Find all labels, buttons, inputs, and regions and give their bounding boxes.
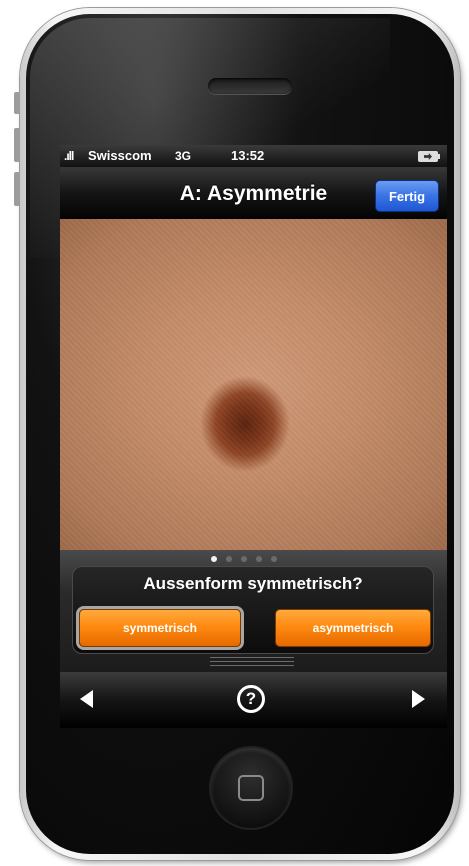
screen: .ıll Swisscom 3G 13:52 A: Asymmetrie Fer…: [60, 145, 447, 728]
home-button[interactable]: [211, 748, 291, 828]
volume-up-button: [14, 128, 20, 162]
navigation-bar: A: Asymmetrie Fertig: [60, 167, 447, 219]
bottom-toolbar: ?: [60, 672, 447, 728]
page-dot[interactable]: [211, 556, 217, 562]
battery-charging-icon: [418, 151, 440, 162]
volume-down-button: [14, 172, 20, 206]
help-icon[interactable]: ?: [237, 685, 265, 713]
page-indicator[interactable]: [211, 556, 301, 564]
home-square-icon: [238, 775, 264, 801]
page-dot[interactable]: [226, 556, 232, 562]
question-text: Aussenform symmetrisch?: [143, 574, 363, 593]
skin-lesion-photo[interactable]: [60, 219, 447, 550]
drag-handle[interactable]: [210, 657, 294, 669]
symmetric-button[interactable]: symmetrisch: [79, 609, 241, 647]
question-box: Aussenform symmetrisch? symmetrisch asym…: [72, 566, 434, 654]
clock: 13:52: [231, 148, 265, 163]
signal-icon: .ıll: [64, 149, 74, 163]
earpiece-speaker: [208, 78, 292, 94]
forward-arrow-icon[interactable]: [412, 690, 425, 708]
page-dot[interactable]: [271, 556, 277, 562]
page-dot[interactable]: [256, 556, 262, 562]
done-button[interactable]: Fertig: [375, 180, 439, 212]
status-bar: .ıll Swisscom 3G 13:52: [60, 145, 447, 167]
back-arrow-icon[interactable]: [80, 690, 93, 708]
mute-switch: [14, 92, 20, 114]
question-panel: Aussenform symmetrisch? symmetrisch asym…: [60, 550, 447, 672]
carrier-label: Swisscom: [88, 148, 152, 163]
asymmetric-button[interactable]: asymmetrisch: [275, 609, 431, 647]
network-label: 3G: [175, 149, 192, 163]
page-dot[interactable]: [241, 556, 247, 562]
